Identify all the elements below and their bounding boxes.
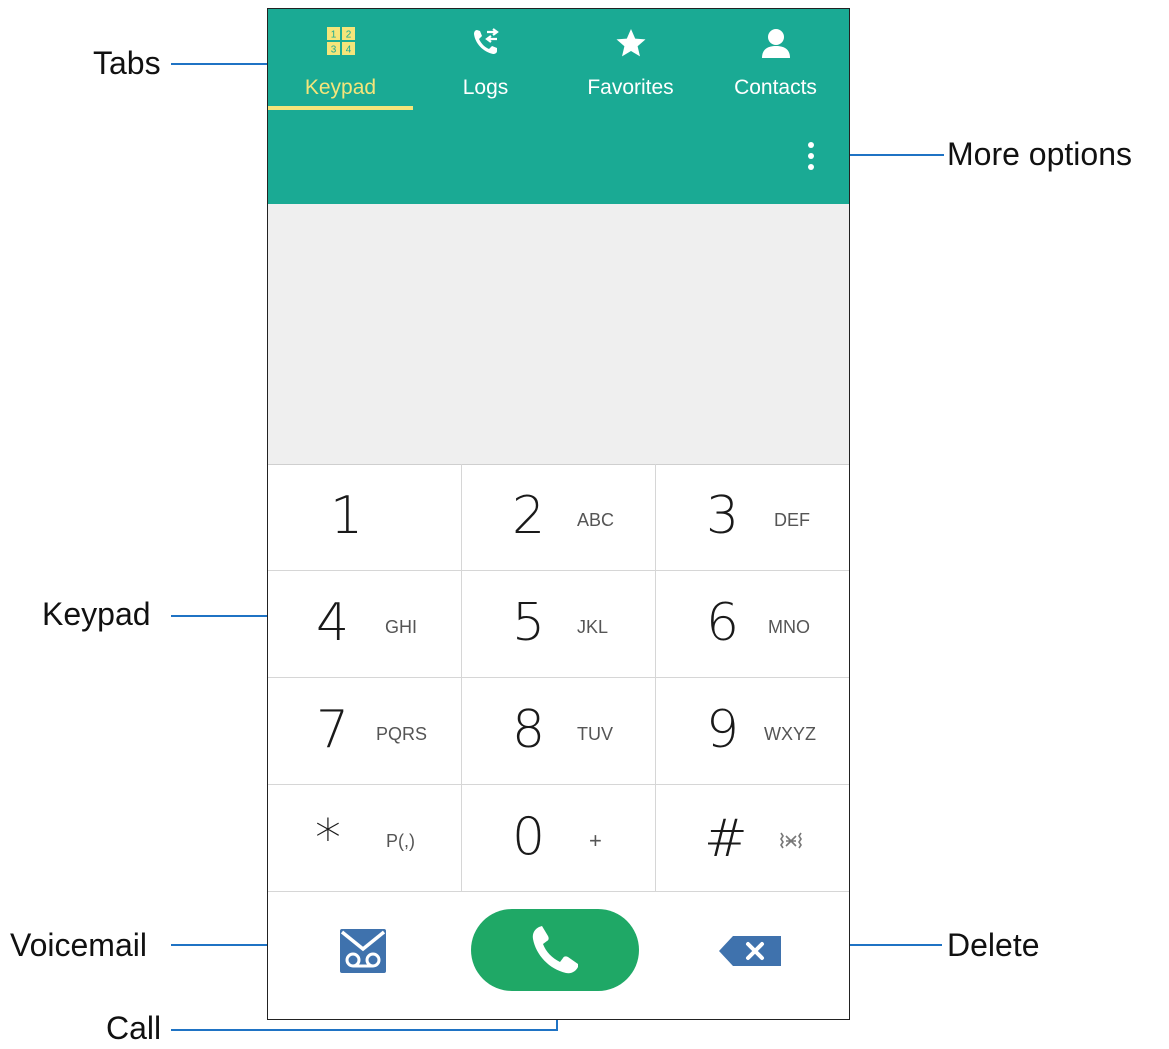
keypad-icon: 1 2 3 4 [326,27,355,56]
key-8[interactable]: 8 TUV [462,678,656,785]
key-digit: # [704,809,748,869]
key-digit: 4 [316,593,350,653]
key-6[interactable]: 6 MNO [656,571,849,678]
key-5[interactable]: 5 JKL [462,571,656,678]
app-header: 1 2 3 4 Keypad Logs Favorites Contacts [268,9,849,204]
key-digit: * [315,809,341,869]
phone-icon [532,926,578,974]
callout-voicemail: Voicemail [10,927,147,963]
vibrate-icon [780,832,802,849]
key-digit: 2 [512,486,546,546]
key-7[interactable]: 7 PQRS [268,678,462,785]
callout-call: Call [106,1010,162,1046]
key-digit: 0 [512,807,546,867]
callout-tabs: Tabs [93,45,161,81]
tab-label-keypad: Keypad [304,76,377,99]
tab-contacts[interactable]: Contacts [703,9,848,119]
key-1[interactable]: 1 [268,464,462,571]
tab-label-contacts: Contacts [734,76,817,99]
tab-keypad[interactable]: 1 2 3 4 Keypad [268,9,413,119]
call-button[interactable] [471,909,639,991]
key-hash[interactable]: # [656,785,849,892]
key-star[interactable]: * P(,) [268,785,462,892]
key-letters: JKL [577,617,609,637]
key-digit: 7 [316,700,350,760]
key-2[interactable]: 2 ABC [462,464,656,571]
key-letters: MNO [768,617,810,637]
callout-more-options: More options [947,136,1132,172]
dial-number-display[interactable] [268,204,849,465]
key-digit: 6 [706,593,740,653]
backspace-icon[interactable] [719,936,781,966]
key-letters: DEF [774,510,810,530]
svg-text:2: 2 [345,30,351,41]
svg-text:1: 1 [330,30,336,41]
key-digit: 5 [512,593,546,653]
key-9[interactable]: 9 WXYZ [656,678,849,785]
key-digit: 9 [706,700,740,760]
key-3[interactable]: 3 DEF [656,464,849,571]
tab-favorites[interactable]: Favorites [558,9,703,119]
key-letters: WXYZ [764,724,816,744]
star-icon [616,29,645,57]
dial-keypad: 1 2 ABC 3 DEF 4 GHI 5 JKL 6 MNO 7 PQRS 8 [268,464,849,892]
voicemail-icon[interactable] [340,929,386,973]
active-tab-indicator [268,106,413,110]
tab-label-logs: Logs [462,76,509,99]
key-letters: ABC [577,510,615,530]
callout-line-call-h [171,1029,558,1031]
logs-icon [473,28,499,54]
person-icon [761,29,790,58]
key-digit: 8 [512,700,546,760]
key-letters: TUV [577,724,613,744]
key-digit: 3 [706,486,740,546]
key-letters: P(,) [386,831,415,851]
phone-screen: 1 2 3 4 Keypad Logs Favorites Contacts 1… [267,8,850,1020]
callout-delete: Delete [947,927,1040,963]
key-letters: PQRS [376,724,428,744]
svg-text:4: 4 [345,45,351,56]
key-letters: GHI [385,617,418,637]
key-digit: 1 [330,486,364,546]
tab-label-favorites: Favorites [587,76,674,99]
key-letters: + [589,828,602,853]
tab-logs[interactable]: Logs [413,9,558,119]
dialer-action-bar [268,892,849,1019]
svg-text:3: 3 [330,45,336,56]
key-0[interactable]: 0 + [462,785,656,892]
callout-keypad: Keypad [42,596,151,632]
more-options-icon[interactable] [801,142,821,178]
key-4[interactable]: 4 GHI [268,571,462,678]
